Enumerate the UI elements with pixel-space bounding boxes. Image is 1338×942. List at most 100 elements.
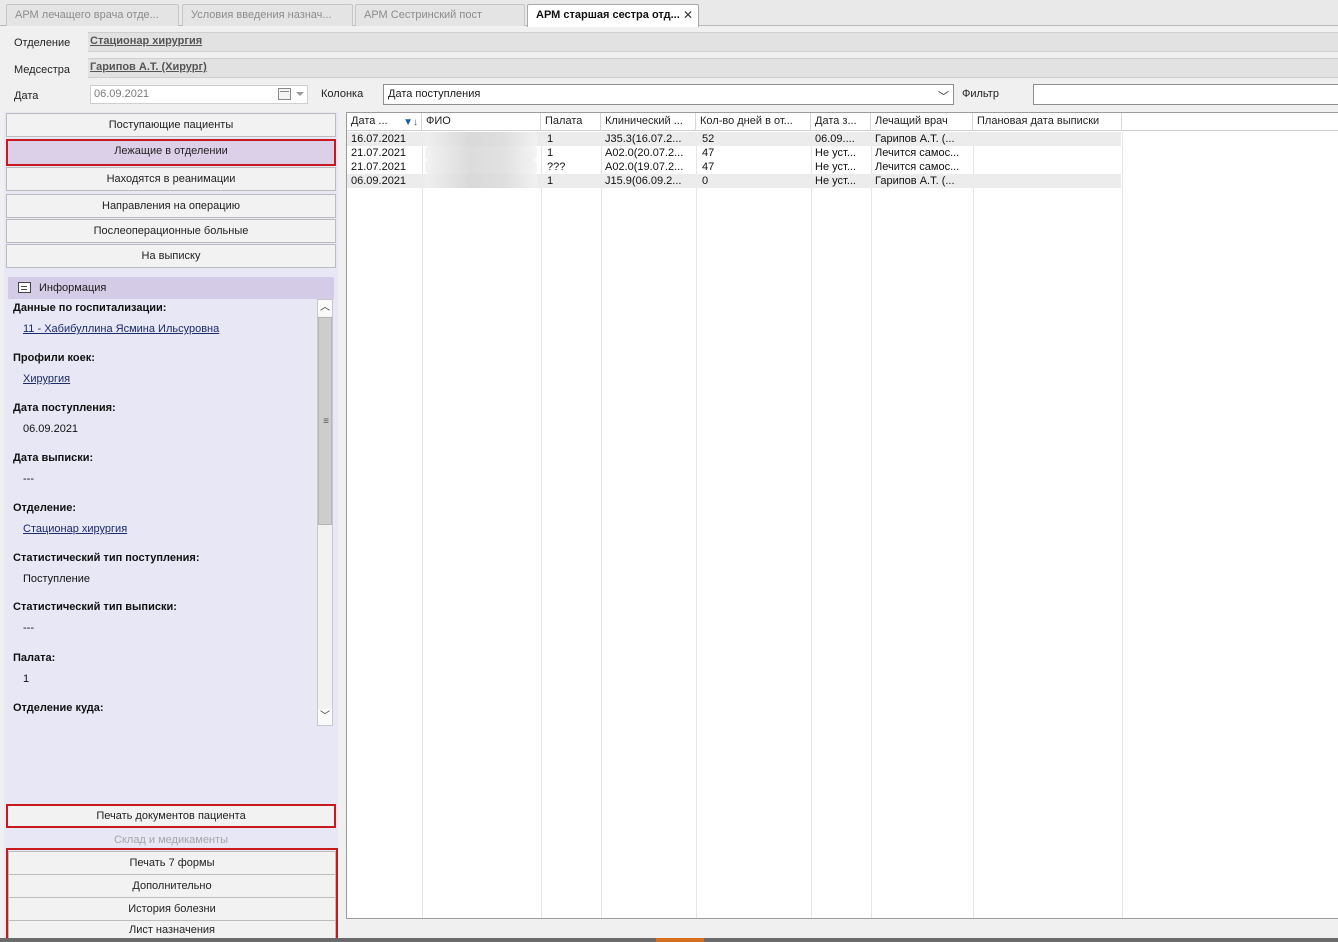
nav-in-department[interactable]: Лежащие в отделении [6,139,336,166]
info-label: Данные по госпитализации: [13,302,167,314]
nav-icu[interactable]: Находятся в реанимации [6,167,336,191]
blurred-name [425,160,537,174]
info-panel-header[interactable]: Информация [8,277,334,299]
info-ward: Палата: 1 [13,652,55,685]
cell-date-z: Не уст... [815,147,856,159]
cell-days: 47 [702,161,715,173]
cell-date-z: 06.09.... [815,133,855,145]
cell-days: 47 [702,147,715,159]
tab-head-nurse[interactable]: АРМ старшая сестра отд... ✕ [527,4,699,27]
calendar-icon[interactable] [278,88,291,100]
cell-days: 52 [702,133,715,145]
close-icon[interactable]: ✕ [683,5,693,25]
info-department: Отделение: Стационар хирургия [13,502,127,535]
grid-header: Дата ... ▼↓ ФИО Палата Клинический ... К… [347,113,1338,131]
cell-admission-date: 06.09.2021 [351,175,407,187]
tab-label: Условия введения назнач... [191,9,332,21]
column-header-name[interactable]: ФИО [422,113,541,131]
info-notes-icon [18,282,31,293]
blurred-name [425,146,537,160]
cell-date-z: Не уст... [815,175,856,187]
table-row[interactable]: 21.07.2021 ??? A02.0(19.07.2... 47 Не ус… [347,160,1121,174]
column-header-clinical[interactable]: Клинический ... [601,113,696,131]
left-panel: Поступающие пациенты Лежащие в отделении… [4,112,338,942]
print-patient-docs-button[interactable]: Печать документов пациента [6,804,336,828]
tab-label: АРМ старшая сестра отд... [536,9,680,21]
cell-ward: 1 [547,133,554,145]
blurred-name [425,132,537,146]
nurse-link[interactable]: Гарипов А.Т. (Хирург) [90,61,207,73]
cell-clinical: A02.0(19.07.2... [605,161,684,173]
info-value: --- [23,473,34,485]
column-select[interactable]: Дата поступления ﹀ [383,84,954,105]
info-value-link[interactable]: Хирургия [23,373,70,385]
cell-ward: 1 [547,175,554,187]
cell-date-z: Не уст... [815,161,856,173]
info-panel: Данные по госпитализации: 11 - Хабибулли… [8,299,316,729]
tab-label: АРМ Сестринский пост [364,9,482,21]
date-value: 06.09.2021 [94,88,150,100]
grip-icon: ≡ [323,416,329,427]
nav-discharge[interactable]: На выписку [6,244,336,268]
info-value: Поступление [23,573,91,585]
date-label: Дата [14,90,39,102]
info-label: Отделение: [13,502,77,514]
nav-postop-patients[interactable]: Послеоперационные больные [6,219,336,243]
info-admission-date: Дата поступления: 06.09.2021 [13,402,116,435]
additional-button[interactable]: Дополнительно [8,874,336,898]
cell-admission-date: 21.07.2021 [351,161,407,173]
table-row[interactable]: 21.07.2021 1 A02.0(20.07.2... 47 Не уст.… [347,146,1121,160]
info-discharge-date: Дата выписки: --- [13,452,94,485]
sort-descending-icon[interactable]: ▼↓ [403,114,418,131]
department-label: Отделение [14,37,71,49]
tab-label: АРМ лечащего врача отде... [15,9,159,21]
cell-ward: ??? [547,161,566,173]
tab-administration-conditions[interactable]: Условия введения назнач... [182,4,353,26]
chevron-down-icon[interactable]: ﹀ [318,709,332,725]
chevron-up-icon[interactable]: ︿ [318,300,332,316]
column-select-value: Дата поступления [388,88,481,100]
date-input[interactable]: 06.09.2021 [90,85,308,104]
grid-body: 16.07.2021 1 J35.3(16.07.2... 52 06.09..… [347,132,1338,918]
column-label: Колонка [321,88,364,100]
column-header-days[interactable]: Кол-во дней в от... [696,113,811,131]
cell-clinical: A02.0(20.07.2... [605,147,684,159]
info-scrollbar[interactable]: ︿ ≡ ﹀ [317,299,333,726]
cell-clinical: J15.9(06.09.2... [605,175,682,187]
prescription-sheet-button[interactable]: Лист назначения [8,920,336,940]
department-field: Стационар хирургия [88,32,1338,52]
filter-input[interactable] [1033,84,1338,105]
tab-attending-doctor[interactable]: АРМ лечащего врача отде... [6,4,179,26]
filter-label: Фильтр [962,88,999,100]
patients-grid[interactable]: Дата ... ▼↓ ФИО Палата Клинический ... К… [346,112,1338,919]
column-header-date-z[interactable]: Дата з... [811,113,871,131]
column-header-admission-date[interactable]: Дата ... ▼↓ [347,113,422,131]
tab-nurse-station[interactable]: АРМ Сестринский пост [355,4,525,26]
column-header-doctor[interactable]: Лечащий врач [871,113,973,131]
table-row[interactable]: 16.07.2021 1 J35.3(16.07.2... 52 06.09..… [347,132,1121,146]
taskbar-accent [656,938,704,942]
info-label: Профили коек: [13,352,95,364]
info-label: Дата выписки: [13,452,94,464]
department-link[interactable]: Стационар хирургия [90,35,202,47]
chevron-down-icon[interactable]: ﹀ [938,88,949,107]
scrollbar-thumb[interactable]: ≡ [318,317,332,525]
cell-days: 0 [702,175,709,187]
nurse-label: Медсестра [14,64,70,76]
column-header-ward[interactable]: Палата [541,113,601,131]
table-row[interactable]: 06.09.2021 1 J15.9(06.09.2... 0 Не уст..… [347,174,1121,188]
cell-admission-date: 21.07.2021 [351,147,407,159]
tab-strip: АРМ лечащего врача отде... Условия введе… [0,0,1338,27]
column-header-label: Дата ... [351,115,388,127]
info-value-link[interactable]: Стационар хирургия [23,523,127,535]
chevron-down-icon[interactable] [296,92,304,96]
cell-doctor: Гарипов А.Т. (... [875,133,955,145]
medical-history-button[interactable]: История болезни [8,897,336,921]
cell-doctor: Лечится самос... [875,161,960,173]
info-value-link[interactable]: 11 - Хабибуллина Ясмина Ильсуровна [23,323,219,335]
print-form7-button[interactable]: Печать 7 формы [8,851,336,875]
column-header-planned-discharge[interactable]: Плановая дата выписки [973,113,1122,131]
nav-surgery-referrals[interactable]: Направления на операцию [6,194,336,218]
info-hospitalization: Данные по госпитализации: 11 - Хабибулли… [13,302,219,335]
nav-incoming-patients[interactable]: Поступающие пациенты [6,113,336,137]
